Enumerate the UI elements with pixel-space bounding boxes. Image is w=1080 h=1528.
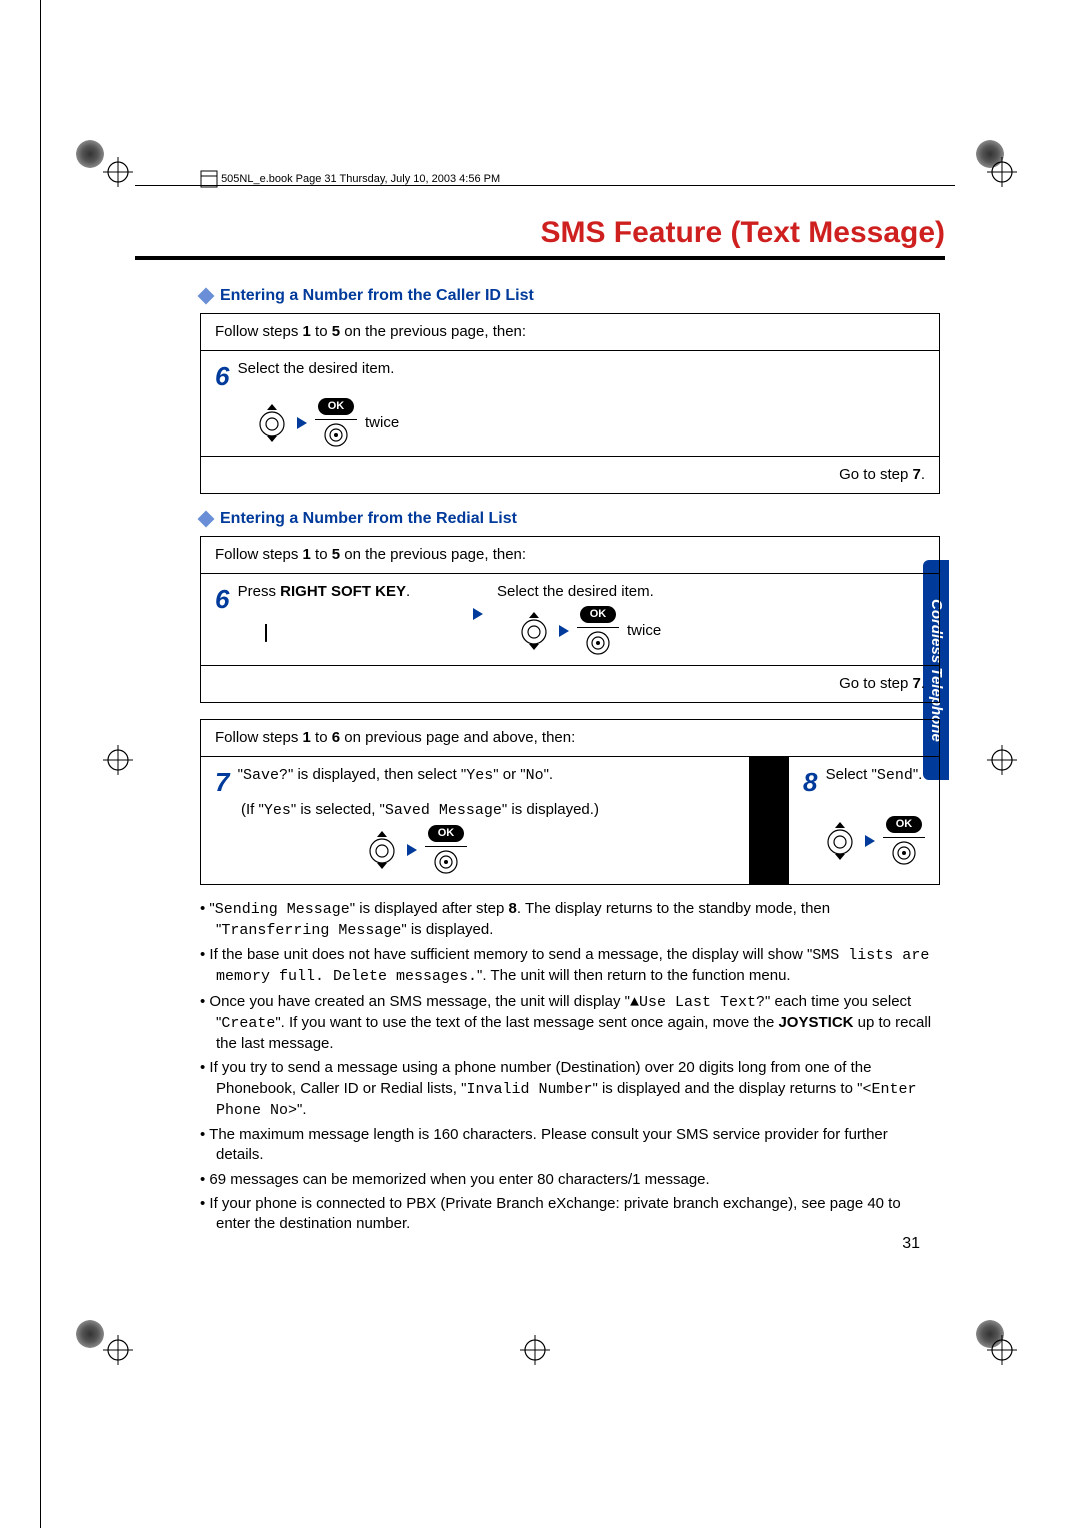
registration-dot — [76, 140, 104, 168]
section-heading-text: Entering a Number from the Redial List — [220, 508, 517, 530]
step-subtext: (If "Yes" is selected, "Saved Message" i… — [215, 800, 599, 821]
intro-row: Follow steps 1 to 5 on the previous page… — [201, 314, 939, 351]
right-soft-key-icon — [265, 623, 267, 643]
target-icon — [323, 422, 349, 448]
print-strip-left — [0, 0, 41, 1528]
vertical-divider — [749, 757, 789, 884]
arrow-icon — [865, 835, 875, 847]
step-text: Press RIGHT SOFT KEY. — [238, 583, 411, 600]
registration-cross-icon — [987, 157, 1017, 187]
joystick-icon — [365, 831, 399, 869]
book-note-text: 505NL_e.book Page 31 Thursday, July 10, … — [221, 173, 500, 185]
registration-cross-icon — [987, 745, 1017, 775]
twice-label: twice — [627, 621, 661, 641]
ok-button-icon: OK — [315, 398, 357, 448]
joystick-ok-combo: OK — [823, 816, 925, 866]
target-icon — [891, 840, 917, 866]
intro-row: Follow steps 1 to 6 on previous page and… — [201, 720, 939, 757]
step-number: 7 — [215, 765, 229, 800]
arrow-icon — [559, 625, 569, 637]
registration-cross-icon — [103, 745, 133, 775]
step-number: 6 — [215, 359, 229, 394]
arrow-icon — [297, 417, 307, 429]
registration-cross-icon — [103, 157, 133, 187]
joystick-icon — [823, 822, 857, 860]
go-to-step-row: Go to step 7. — [201, 457, 939, 493]
arrow-icon — [473, 608, 483, 620]
joystick-icon — [255, 404, 289, 442]
arrow-icon — [407, 844, 417, 856]
joystick-icon — [517, 612, 551, 650]
instruction-box-save-send: Follow steps 1 to 6 on previous page and… — [200, 719, 940, 885]
instruction-box-caller-id: Follow steps 1 to 5 on the previous page… — [200, 313, 940, 495]
diamond-bullet-icon — [198, 511, 215, 528]
note-item: The maximum message length is 160 charac… — [200, 1125, 932, 1166]
step-row: 6 Select the desired item. OK — [201, 351, 939, 457]
note-item: If you try to send a message using a pho… — [200, 1058, 932, 1121]
registration-dot — [76, 1320, 104, 1348]
step-text: Select the desired item. — [238, 360, 395, 377]
twice-label: twice — [365, 413, 399, 433]
step-number: 8 — [803, 765, 817, 800]
step-left-col: 6 Press RIGHT SOFT KEY. — [201, 574, 459, 664]
section-heading-text: Entering a Number from the Caller ID Lis… — [220, 285, 534, 307]
diamond-bullet-icon — [198, 287, 215, 304]
go-to-step-row: Go to step 7. — [201, 666, 939, 702]
step-text: "Save?" is displayed, then select "Yes" … — [238, 766, 553, 783]
section-heading-redial: Entering a Number from the Redial List — [200, 508, 940, 530]
ok-button-icon: OK — [577, 606, 619, 656]
step-text: Select "Send". — [826, 766, 923, 783]
target-icon — [433, 849, 459, 875]
note-item: 69 messages can be memorized when you en… — [200, 1170, 932, 1190]
joystick-ok-combo: OK — [365, 825, 467, 875]
content-area: Entering a Number from the Caller ID Lis… — [200, 275, 940, 1238]
header-divider — [135, 185, 955, 186]
note-item: Once you have created an SMS message, th… — [200, 992, 932, 1055]
page-title: SMS Feature (Text Message) — [135, 216, 945, 260]
step-text: Select the desired item. — [497, 583, 654, 600]
instruction-box-redial: Follow steps 1 to 5 on the previous page… — [200, 536, 940, 703]
note-item: "Sending Message" is displayed after ste… — [200, 899, 932, 942]
step7-col: 7 "Save?" is displayed, then select "Yes… — [201, 757, 749, 884]
joystick-ok-combo: OK twice — [255, 398, 399, 448]
step-right-col: Select the desired item. OK twice — [459, 574, 939, 664]
ok-button-icon: OK — [425, 825, 467, 875]
step-number: 6 — [215, 582, 229, 617]
step8-col: 8 Select "Send". OK — [789, 757, 939, 884]
section-heading-caller-id: Entering a Number from the Caller ID Lis… — [200, 285, 940, 307]
registration-cross-icon — [520, 1335, 550, 1365]
registration-cross-icon — [103, 1335, 133, 1365]
ok-button-icon: OK — [883, 816, 925, 866]
intro-row: Follow steps 1 to 5 on the previous page… — [201, 537, 939, 574]
note-item: If the base unit does not have sufficien… — [200, 945, 932, 988]
notes-list: "Sending Message" is displayed after ste… — [200, 899, 940, 1235]
joystick-ok-combo: OK twice — [517, 606, 661, 656]
note-item: If your phone is connected to PBX (Priva… — [200, 1194, 932, 1235]
target-icon — [585, 630, 611, 656]
registration-cross-icon — [987, 1335, 1017, 1365]
step-row: 7 "Save?" is displayed, then select "Yes… — [201, 757, 939, 884]
step-row: 6 Press RIGHT SOFT KEY. Select the desir… — [201, 574, 939, 665]
